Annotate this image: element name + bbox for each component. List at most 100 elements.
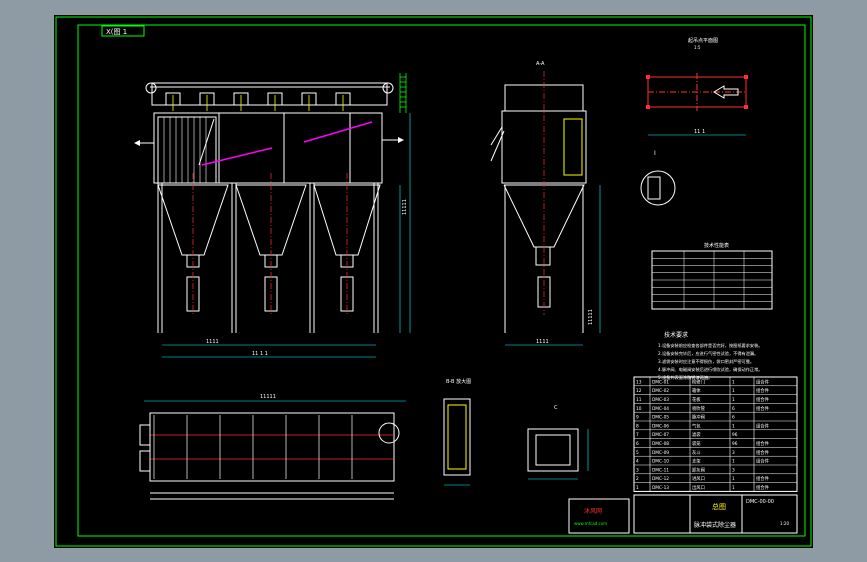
parts-cell-qty: 3 (732, 450, 735, 456)
svg-text:1111: 1111 (206, 339, 219, 345)
parts-cell-name: 箱体 (692, 387, 701, 394)
svg-text:11111: 11111 (588, 309, 594, 325)
parts-cell-name: 花板 (692, 396, 701, 403)
drawing-scale: 1:20 (780, 521, 789, 526)
parts-cell-code: DMC-13 (652, 485, 669, 491)
parts-cell-no: 3 (636, 467, 639, 473)
section-label: B-B 放大图 (446, 378, 471, 385)
parts-cell-no: 10 (636, 406, 642, 412)
svg-text:11111: 11111 (260, 394, 276, 400)
parts-cell-code: DMC-09 (652, 450, 669, 456)
parts-cell-name: 检修门 (692, 378, 705, 385)
svg-text:11 1 1: 11 1 1 (252, 351, 268, 357)
parts-cell-mat: 组合件 (756, 387, 770, 394)
title-block: 脉冲袋式除尘器 总图 DMC-00-00 1:20 (633, 494, 798, 534)
parts-cell-no: 7 (636, 432, 639, 438)
svg-text:11 1: 11 1 (694, 129, 705, 135)
parts-cell-mat: 组合件 (756, 484, 770, 491)
lifting-plan: 起吊点平面图 1:5 11 1 (646, 38, 748, 136)
cad-drawing: X(图 1 1111 11 1 1 11111 A-A 1111 11111 起… (55, 16, 812, 547)
section-bb: B-B 放大图 (443, 378, 471, 486)
parts-cell-code: DMC-03 (652, 397, 669, 403)
parts-cell-code: DMC-10 (652, 459, 669, 465)
note-line: 4.脉冲阀、电磁阀安装后进行喷吹试验，确保动作正常。 (658, 366, 763, 373)
note-line: 1.设备安装前应检查各部件是否完好，按图纸要求安装。 (658, 342, 763, 349)
parts-cell-code: DMC-02 (652, 388, 669, 394)
parts-cell-mat: 组合件 (756, 396, 770, 403)
parts-cell-mat: 组合件 (756, 378, 770, 385)
parts-cell-qty: 96 (732, 432, 738, 438)
performance-table: 技术性能表 (651, 242, 773, 310)
parts-cell-qty: 1 (732, 388, 735, 394)
detail-i: I (640, 150, 676, 206)
parts-cell-no: 6 (636, 441, 639, 447)
plan-label: 起吊点平面图 (688, 38, 718, 44)
parts-cell-name: 脉冲阀 (692, 414, 705, 421)
parts-cell-mat: 组合件 (756, 475, 770, 482)
header-box (151, 82, 388, 106)
parts-cell-code: DMC-05 (652, 415, 669, 421)
parts-cell-qty: 1 (732, 476, 735, 482)
sheet-name: 总图 (712, 502, 726, 511)
parts-cell-mat: 组合件 (756, 458, 770, 465)
drawing-canvas: X(图 1 1111 11 1 1 11111 A-A 1111 11111 起… (54, 15, 813, 548)
parts-cell-name: 滤袋 (692, 431, 701, 438)
drawing-name: 脉冲袋式除尘器 (694, 521, 736, 529)
drawing-no: DMC-00-00 (746, 499, 774, 505)
parts-cell-qty: 6 (732, 406, 735, 412)
parts-cell-name: 袋笼 (692, 440, 701, 447)
parts-cell-name: 进风口 (692, 475, 705, 482)
parts-cell-code: DMC-07 (652, 432, 669, 438)
parts-cell-no: 9 (636, 415, 639, 421)
bottom-plan: 11111 (139, 394, 406, 500)
parts-cell-name: 卸灰阀 (692, 466, 705, 473)
parts-cell-qty: 1 (732, 485, 735, 491)
parts-cell-qty: 1 (732, 423, 735, 429)
sheet-tag: X(图 1 (106, 28, 127, 36)
stamp-sub: www.mfcad.com (574, 521, 607, 526)
parts-cell-code: DMC-08 (652, 441, 669, 447)
svg-text:1111: 1111 (536, 339, 549, 345)
notes: 技术要求 1.设备安装前应检查各部件是否完好，按图纸要求安装。2.设备安装完毕后… (658, 331, 763, 381)
parts-cell-no: 8 (636, 423, 639, 429)
side-elevation: A-A 1111 11111 (490, 61, 601, 346)
parts-cell-qty: 3 (732, 467, 735, 473)
parts-cell-no: 12 (636, 388, 642, 394)
parts-cell-name: 喷吹管 (692, 405, 706, 412)
parts-cell-mat: 组合件 (756, 440, 770, 447)
parts-cell-code: DMC-04 (652, 406, 669, 412)
parts-cell-mat: 组合件 (756, 422, 770, 429)
parts-cell-qty: 6 (732, 415, 735, 421)
svg-text:I: I (654, 150, 656, 157)
parts-cell-no: 13 (636, 379, 642, 385)
table-title: 技术性能表 (704, 242, 729, 249)
parts-cell-code: DMC-11 (652, 467, 669, 473)
parts-cell-no: 5 (636, 450, 639, 456)
outer-frame (55, 16, 812, 547)
view-top-label: A-A (536, 61, 545, 67)
stamp: 沐风网 www.mfcad.com (568, 498, 630, 534)
parts-cell-qty: 96 (732, 441, 738, 447)
parts-cell-name: 出风口 (692, 484, 705, 491)
parts-cell-name: 气包 (692, 422, 701, 429)
parts-cell-mat: 组合件 (756, 449, 770, 456)
parts-cell-code: DMC-06 (652, 423, 669, 429)
parts-cell-code: DMC-12 (652, 476, 669, 482)
parts-cell-name: 支架 (692, 458, 701, 465)
parts-cell-qty: 1 (732, 379, 735, 385)
parts-cell-no: 1 (636, 485, 639, 491)
stamp-text: 沐风网 (584, 507, 602, 515)
parts-cell-mat: 组合件 (756, 405, 770, 412)
parts-cell-no: 11 (636, 397, 642, 403)
parts-list: 13 DMC-01 检修门 1 组合件12 DMC-02 箱体 1 组合件11 DMC-03 花板 1… (633, 376, 798, 492)
hood-c: C (527, 405, 589, 480)
parts-cell-no: 2 (636, 476, 639, 482)
svg-text:11111: 11111 (402, 199, 408, 215)
parts-cell-qty: 1 (732, 397, 735, 403)
hood-label: C (554, 405, 558, 411)
parts-cell-code: DMC-01 (652, 379, 669, 385)
parts-cell-qty: 1 (732, 459, 735, 465)
note-line: 2.设备安装完毕后，应进行气密性试验，不得有泄漏。 (658, 350, 758, 357)
plan-scale: 1:5 (694, 45, 701, 50)
parts-cell-no: 4 (636, 459, 639, 465)
